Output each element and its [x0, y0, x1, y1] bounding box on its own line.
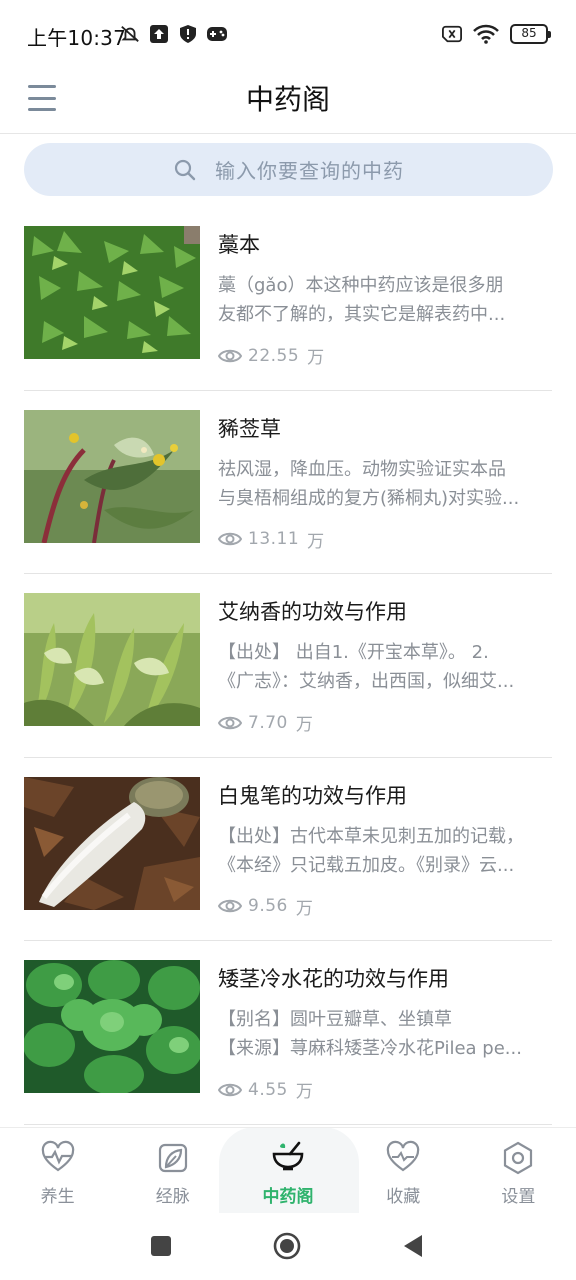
- tab-label: 设置: [501, 1187, 536, 1207]
- eye-icon: [218, 349, 242, 362]
- wifi-icon: [472, 24, 500, 44]
- view-count: 13.11 万: [218, 527, 325, 552]
- item-title: 矮茎冷水花的功效与作用: [218, 967, 449, 991]
- list-item[interactable]: 艾纳香的功效与作用 【出处】 出自1.《开宝本草》。 2. 《广志》：艾纳香，出…: [24, 574, 552, 758]
- battery-icon: 85: [510, 24, 551, 44]
- herb-thumbnail-yellow-flower-plant: [24, 409, 200, 543]
- item-title: 白鬼笔的功效与作用: [218, 783, 407, 808]
- view-count: 4.55 万: [218, 1077, 313, 1102]
- view-count: 22.55 万: [218, 343, 325, 368]
- bottom-nav: 养生 经脉 中药阁 收藏 设置: [0, 1127, 576, 1213]
- status-icons-right: 85: [442, 24, 551, 44]
- tab-label: 中药阁: [262, 1187, 314, 1207]
- tab-yangsheng[interactable]: 养生: [0, 1128, 115, 1213]
- page-title: 中药阁: [245, 83, 330, 116]
- tab-shezhi[interactable]: 设置: [461, 1128, 576, 1213]
- shield-icon: [178, 24, 198, 44]
- item-description: 【出处】 出自1.《开宝本草》。 2. 《广志》：艾纳香，出西国，似细艾...: [218, 642, 515, 692]
- back-icon[interactable]: [398, 1231, 428, 1261]
- item-title: 藁本: [218, 233, 260, 257]
- app-header: 中药阁: [0, 72, 576, 134]
- list-item[interactable]: 白鬼笔的功效与作用 【出处】古代本草未见刺五加的记载， 《本经》只记载五加皮。《…: [24, 758, 552, 941]
- list-item[interactable]: 豨莶草 祛风湿，降血压。动物实验证实本品 与臭梧桐组成的复方(豨桐丸)对实验..…: [24, 391, 552, 574]
- item-description: 【出处】古代本草未见刺五加的记载， 《本经》只记载五加皮。《别录》云...: [218, 825, 524, 876]
- item-description: 藁（gǎo）本这种中药应该是很多朋 友都不了解的，其实它是解表药中...: [218, 275, 506, 325]
- item-title: 艾纳香的功效与作用: [218, 600, 407, 624]
- tab-shoucang[interactable]: 收藏: [346, 1128, 461, 1213]
- view-count: 7.70 万: [218, 710, 313, 735]
- item-description: 【别名】圆叶豆瓣草、坐镇草 【来源】荨麻科矮茎冷水花Pilea pe...: [218, 1009, 522, 1059]
- herb-list: 藁本 藁（gǎo）本这种中药应该是很多朋 友都不了解的，其实它是解表药中... …: [24, 207, 552, 1125]
- sim-off-icon: [442, 24, 462, 44]
- status-bar: 上午10:37 85: [0, 0, 576, 72]
- eye-icon: [218, 1083, 242, 1096]
- tab-jingmai[interactable]: 经脉: [115, 1128, 230, 1213]
- herb-thumbnail-fern-plant: [24, 226, 200, 359]
- tab-label: 养生: [40, 1187, 75, 1207]
- heartbeat-icon: [41, 1140, 74, 1172]
- eye-icon: [218, 716, 242, 729]
- home-icon[interactable]: [272, 1231, 302, 1261]
- status-time: 上午10:37: [27, 26, 127, 50]
- eye-icon: [218, 899, 242, 913]
- item-description: 祛风湿，降血压。动物实验证实本品 与臭梧桐组成的复方(豨桐丸)对实验...: [218, 458, 520, 509]
- herb-thumbnail-white-mushroom: [24, 776, 200, 910]
- leaf-icon: [158, 1143, 187, 1173]
- mute-bell-icon: [120, 24, 140, 44]
- heart-pulse-icon: [386, 1140, 420, 1172]
- system-nav-bar: [0, 1213, 576, 1280]
- tab-zhongyaoge[interactable]: 中药阁: [230, 1128, 345, 1213]
- herb-thumbnail-leafy-herb: [24, 593, 200, 726]
- eye-icon: [218, 532, 242, 546]
- item-title: 豨莶草: [218, 416, 281, 441]
- hexagon-settings-icon: [504, 1141, 533, 1175]
- gamepad-icon: [207, 24, 227, 44]
- search-placeholder: 输入你要查询的中药: [215, 159, 404, 183]
- view-count: 9.56 万: [218, 894, 313, 919]
- tab-label: 收藏: [386, 1187, 421, 1207]
- recent-apps-icon[interactable]: [146, 1231, 176, 1261]
- list-item[interactable]: 矮茎冷水花的功效与作用 【别名】圆叶豆瓣草、坐镇草 【来源】荨麻科矮茎冷水花Pi…: [24, 941, 552, 1125]
- mortar-pestle-icon: [272, 1141, 304, 1171]
- list-item[interactable]: 藁本 藁（gǎo）本这种中药应该是很多朋 友都不了解的，其实它是解表药中... …: [24, 207, 552, 391]
- upload-icon: [149, 24, 169, 44]
- search-icon: [174, 159, 196, 180]
- status-icons-left: [120, 24, 227, 44]
- search-input[interactable]: 输入你要查询的中药: [24, 143, 553, 196]
- herb-thumbnail-round-leaf-plant: [24, 960, 200, 1093]
- tab-label: 经脉: [155, 1187, 190, 1207]
